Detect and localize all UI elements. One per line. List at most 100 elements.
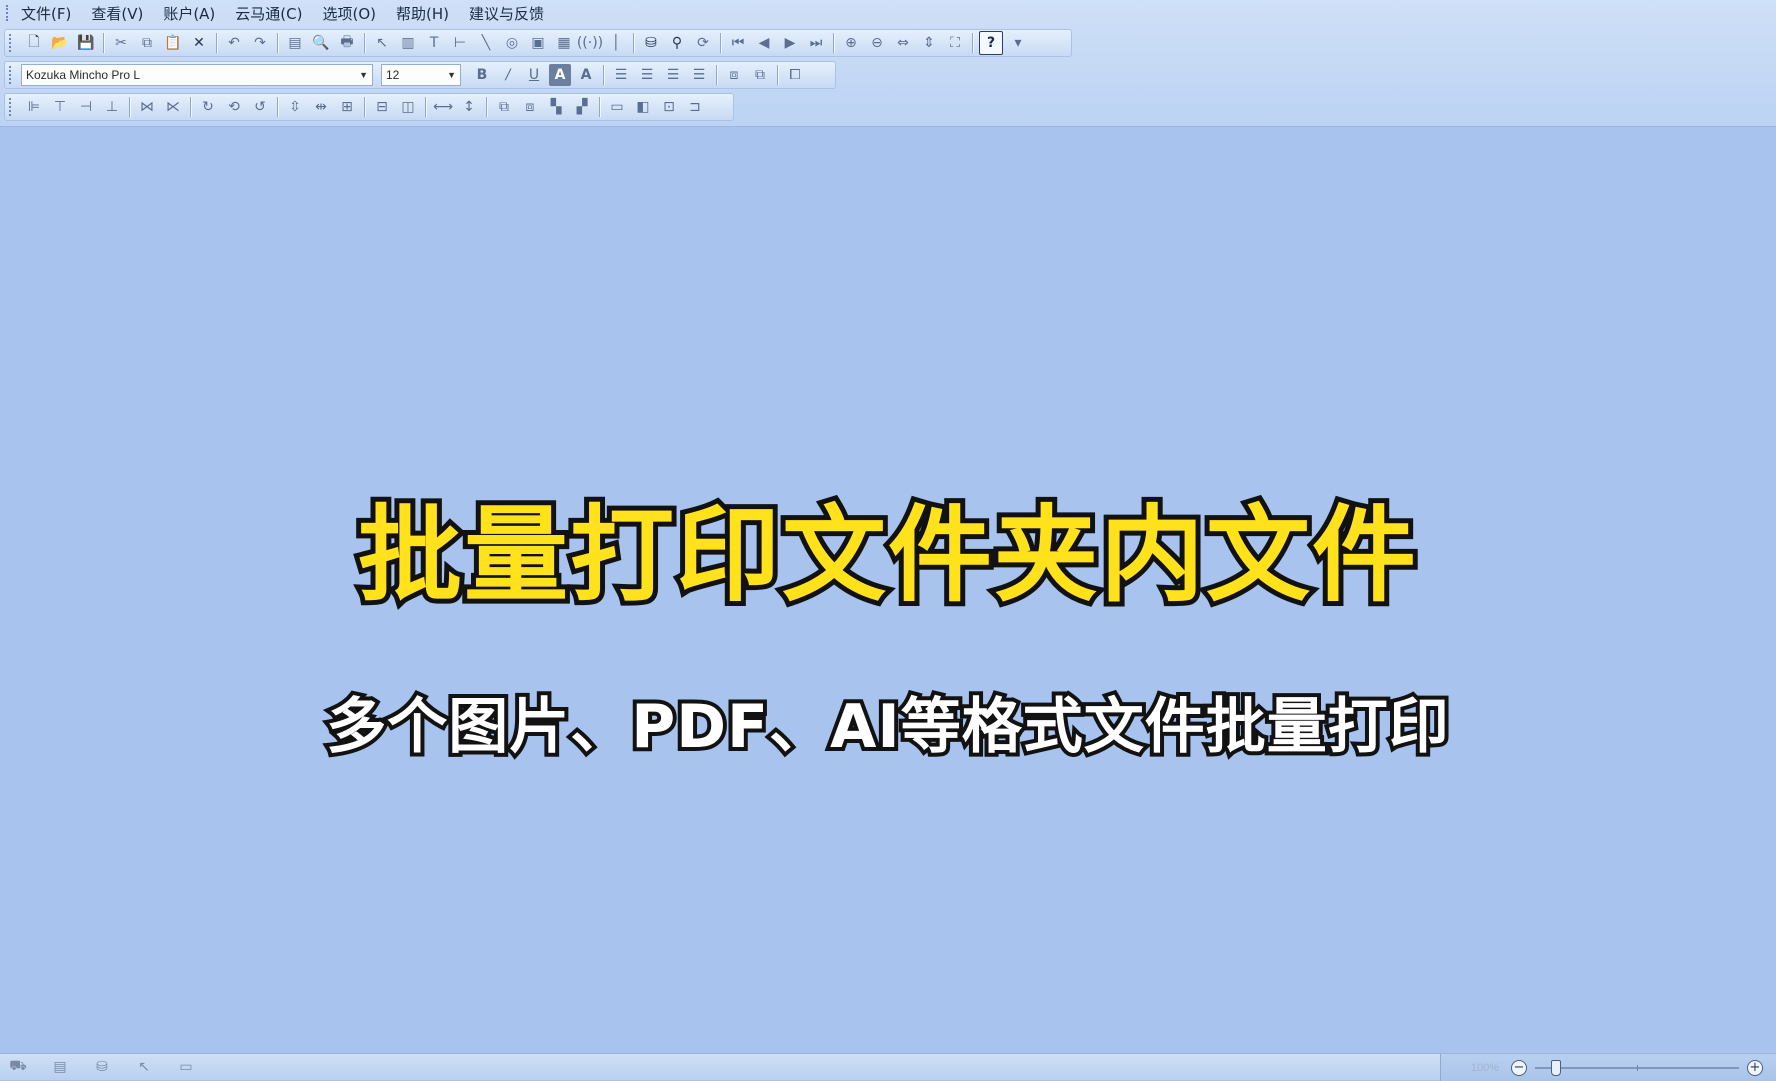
print-icon[interactable]: 🖶 xyxy=(336,32,358,54)
center-page-horizontal-icon[interactable]: ⊟ xyxy=(371,96,393,118)
bring-forward-icon[interactable]: ▚ xyxy=(545,96,567,118)
italic-icon[interactable]: / xyxy=(497,64,519,86)
refresh-icon[interactable]: ⟳ xyxy=(692,32,714,54)
align-left-icon[interactable]: ☰ xyxy=(610,64,632,86)
ungroup-icon[interactable]: ⧉ xyxy=(749,64,771,86)
menu-bar: 文件(F) 查看(V) 账户(A) 云马通(C) 选项(O) 帮助(H) 建议与… xyxy=(0,0,564,26)
text-icon[interactable]: T xyxy=(423,32,445,54)
undo-icon[interactable]: ↶ xyxy=(223,32,245,54)
zoom-slider[interactable] xyxy=(1535,1059,1739,1076)
toolbar-separator xyxy=(216,33,217,53)
group-icon[interactable]: ⧈ xyxy=(723,64,745,86)
bring-to-front-icon[interactable]: ⧉ xyxy=(493,96,515,118)
highlight-icon[interactable]: A xyxy=(549,64,571,86)
zoom-in-icon[interactable]: ⊕ xyxy=(840,32,862,54)
line-icon[interactable]: ⊢ xyxy=(449,32,471,54)
save-icon[interactable]: 💾 xyxy=(75,32,97,54)
align-bottom-edges-icon[interactable]: ⊥ xyxy=(101,96,123,118)
printer-status-icon[interactable]: ⛟ xyxy=(8,1057,28,1077)
menu-account[interactable]: 账户(A) xyxy=(163,3,215,24)
zoom-out-icon[interactable]: ⊖ xyxy=(866,32,888,54)
zoom-out-button[interactable]: − xyxy=(1511,1059,1527,1076)
center-vertical-icon[interactable]: ⋉ xyxy=(162,96,184,118)
toolbar-separator xyxy=(716,65,717,85)
same-width-icon[interactable]: ⇹ xyxy=(310,96,332,118)
rotate-270-icon[interactable]: ↺ xyxy=(249,96,271,118)
distribute-horizontal-icon[interactable]: ⟷ xyxy=(432,96,454,118)
rfid-icon[interactable]: ((·)) xyxy=(577,32,603,54)
fit-width-icon[interactable]: ⇔ xyxy=(892,32,914,54)
menu-cloud[interactable]: 云马通(C) xyxy=(235,3,302,24)
pointer-status-icon[interactable]: ↖ xyxy=(134,1057,154,1077)
align-top-edges-icon[interactable]: ⊤ xyxy=(49,96,71,118)
new-file-icon[interactable]: 🗋 xyxy=(23,32,45,54)
zoom-in-button[interactable]: + xyxy=(1747,1059,1763,1076)
copy-icon[interactable]: ⧉ xyxy=(136,32,158,54)
grid-icon[interactable]: ◧ xyxy=(632,96,654,118)
menu-view[interactable]: 查看(V) xyxy=(91,3,143,24)
page-setup-icon[interactable]: ▤ xyxy=(284,32,306,54)
select-pointer-icon[interactable]: ↖ xyxy=(371,32,393,54)
database-icon[interactable]: ⛁ xyxy=(640,32,662,54)
send-backward-icon[interactable]: ▞ xyxy=(571,96,593,118)
menu-help[interactable]: 帮助(H) xyxy=(396,3,449,24)
database-status-icon[interactable]: ⛁ xyxy=(92,1057,112,1077)
underline-icon[interactable]: U xyxy=(523,64,545,86)
vertical-line-icon[interactable]: │ xyxy=(605,32,627,54)
bold-icon[interactable]: B xyxy=(471,64,493,86)
toolbar-grip[interactable] xyxy=(9,98,15,116)
menu-feedback[interactable]: 建议与反馈 xyxy=(469,3,544,24)
fit-page-icon[interactable]: ⛶ xyxy=(944,32,966,54)
font-size-select[interactable]: 12 ▼ xyxy=(381,64,461,86)
print-preview-icon[interactable]: 🔍 xyxy=(310,32,332,54)
align-justify-icon[interactable]: ☰ xyxy=(688,64,710,86)
font-family-value: Kozuka Mincho Pro L xyxy=(26,68,141,82)
toolbar-overflow-icon[interactable]: ▾ xyxy=(1007,32,1029,54)
lock-position-icon[interactable]: ▭ xyxy=(606,96,628,118)
prev-page-icon[interactable]: ◀ xyxy=(753,32,775,54)
align-right-icon[interactable]: ☰ xyxy=(662,64,684,86)
center-horizontal-icon[interactable]: ⋈ xyxy=(136,96,158,118)
ruler-icon[interactable]: ⊡ xyxy=(658,96,680,118)
document-status-icon[interactable]: ▤ xyxy=(50,1057,70,1077)
toolbar-separator xyxy=(190,97,191,117)
align-right-edges-icon[interactable]: ⊣ xyxy=(75,96,97,118)
chevron-down-icon[interactable]: ▼ xyxy=(447,70,456,80)
last-page-icon[interactable]: ⏭ xyxy=(805,32,827,54)
toolbar-grip[interactable] xyxy=(9,34,15,52)
table-icon[interactable]: ▦ xyxy=(553,32,575,54)
help-icon[interactable]: ? xyxy=(979,31,1003,55)
delete-icon[interactable]: ✕ xyxy=(188,32,210,54)
paste-icon[interactable]: 📋 xyxy=(162,32,184,54)
next-page-icon[interactable]: ▶ xyxy=(779,32,801,54)
align-center-icon[interactable]: ☰ xyxy=(636,64,658,86)
rotate-180-icon[interactable]: ⟲ xyxy=(223,96,245,118)
align-left-edges-icon[interactable]: ⊫ xyxy=(23,96,45,118)
menu-file[interactable]: 文件(F) xyxy=(21,3,71,24)
same-size-icon[interactable]: ⊞ xyxy=(336,96,358,118)
toolbar-grip[interactable] xyxy=(9,66,15,84)
shape-icon[interactable]: ◎ xyxy=(501,32,523,54)
font-family-select[interactable]: Kozuka Mincho Pro L ▼ xyxy=(21,64,373,86)
distribute-vertical-icon[interactable]: ↕ xyxy=(458,96,480,118)
first-page-icon[interactable]: ⏮ xyxy=(727,32,749,54)
barcode-icon[interactable]: ▥ xyxy=(397,32,419,54)
font-color-icon[interactable]: A xyxy=(575,64,597,86)
zoom-slider-thumb[interactable] xyxy=(1551,1059,1561,1076)
layout-status-icon[interactable]: ▭ xyxy=(176,1057,196,1077)
image-icon[interactable]: ▣ xyxy=(527,32,549,54)
open-folder-icon[interactable]: 📂 xyxy=(49,32,71,54)
same-height-icon[interactable]: ⇳ xyxy=(284,96,306,118)
center-page-vertical-icon[interactable]: ◫ xyxy=(397,96,419,118)
properties-icon[interactable]: ⧠ xyxy=(784,64,806,86)
redo-icon[interactable]: ↷ xyxy=(249,32,271,54)
cut-icon[interactable]: ✂ xyxy=(110,32,132,54)
menu-options[interactable]: 选项(O) xyxy=(322,3,376,24)
send-to-back-icon[interactable]: ⧈ xyxy=(519,96,541,118)
search-icon[interactable]: ⚲ xyxy=(666,32,688,54)
snap-icon[interactable]: ⊐ xyxy=(684,96,706,118)
fit-height-icon[interactable]: ⇕ xyxy=(918,32,940,54)
chevron-down-icon[interactable]: ▼ xyxy=(359,70,368,80)
rotate-90-icon[interactable]: ↻ xyxy=(197,96,219,118)
diagonal-line-icon[interactable]: ╲ xyxy=(475,32,497,54)
